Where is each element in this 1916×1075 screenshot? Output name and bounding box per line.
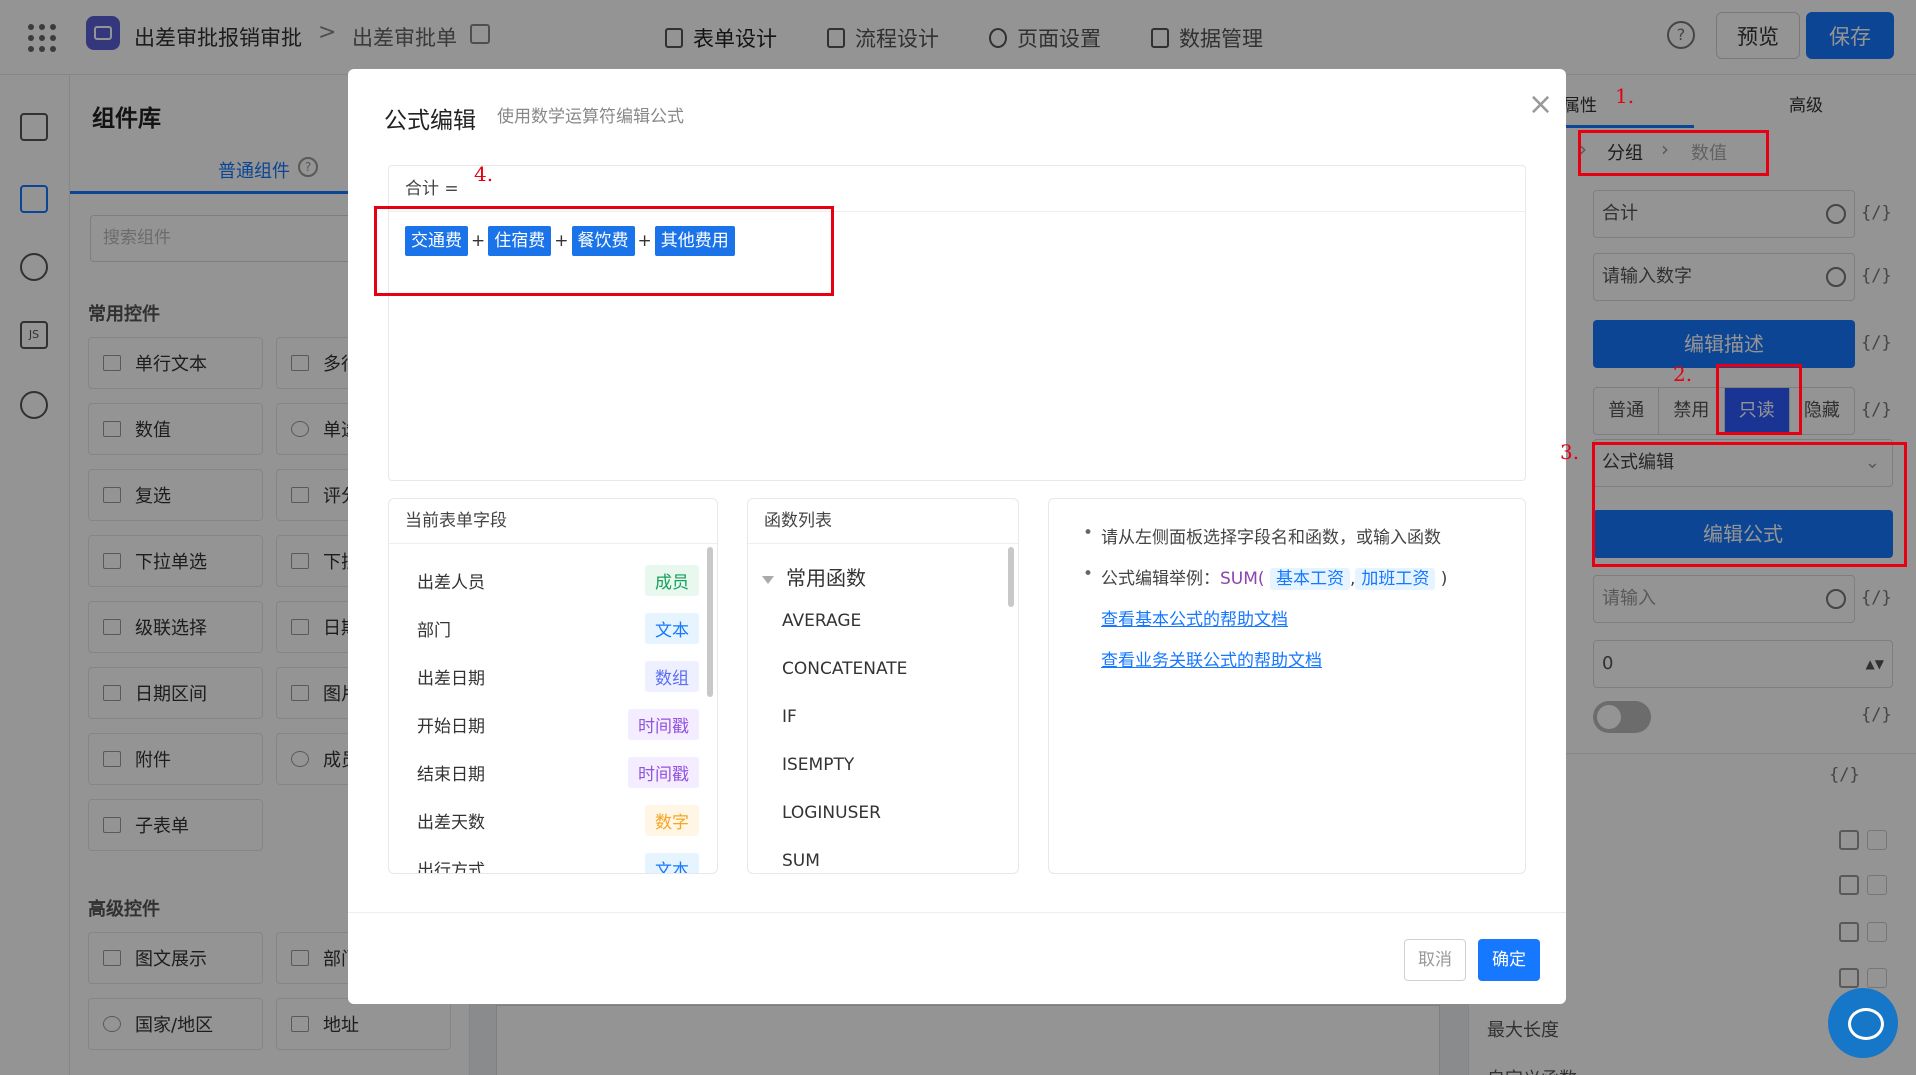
- function-item[interactable]: IF: [748, 693, 1018, 741]
- modal-footer-divider: [348, 912, 1566, 913]
- field-item[interactable]: 出差人员 成员: [389, 556, 717, 604]
- functions-title: 函数列表: [748, 499, 1018, 544]
- function-group-label: 常用函数: [786, 566, 866, 590]
- help-link-business[interactable]: 查看业务关联公式的帮助文档: [1101, 646, 1525, 671]
- annotation-number-1: 1.: [1615, 84, 1635, 108]
- field-item[interactable]: 出差天数 数字: [389, 796, 717, 844]
- help-example-function: SUM(: [1220, 569, 1265, 589]
- form-fields-title: 当前表单字段: [389, 499, 717, 544]
- field-name: 出差人员: [417, 572, 485, 593]
- help-text-2: 公式编辑举例：SUM( 基本工资,加班工资 ): [1083, 564, 1525, 590]
- annotation-number-4: 4.: [474, 162, 494, 186]
- caret-down-icon: [762, 575, 774, 584]
- modal-title: 公式编辑: [384, 108, 476, 134]
- field-name: 开始日期: [417, 716, 485, 737]
- scrollbar[interactable]: [707, 547, 713, 697]
- close-icon[interactable]: ×: [1528, 87, 1553, 122]
- function-group[interactable]: 常用函数: [748, 544, 1018, 597]
- field-item[interactable]: 出行方式 文本: [389, 844, 717, 874]
- confirm-button[interactable]: 确定: [1478, 939, 1540, 981]
- help-example-prefix: 公式编辑举例：: [1101, 569, 1220, 589]
- field-type-tag: 文本: [645, 612, 699, 644]
- annotation-number-3: 3.: [1560, 440, 1580, 464]
- field-type-tag: 文本: [645, 852, 699, 873]
- form-fields-panel: 当前表单字段 出差人员 成员 部门 文本 出差日期 数组 开始日期 时间戳 结束日期 时间…: [388, 498, 718, 874]
- function-item[interactable]: LOGINUSER: [748, 789, 1018, 837]
- help-example-arg: 基本工资: [1269, 568, 1350, 590]
- scrollbar[interactable]: [1008, 547, 1014, 607]
- customer-service-icon[interactable]: [1828, 988, 1898, 1058]
- field-type-tag: 时间戳: [628, 756, 699, 788]
- field-name: 出差天数: [417, 812, 485, 833]
- annotation-box-1: [1578, 130, 1769, 176]
- field-type-tag: 数字: [645, 804, 699, 836]
- annotation-box-4: [374, 206, 834, 296]
- help-example-arg: 加班工资: [1355, 568, 1436, 590]
- field-name: 出行方式: [417, 860, 485, 874]
- annotation-box-3: [1592, 442, 1907, 567]
- function-item[interactable]: ISEMPTY: [748, 741, 1018, 789]
- field-name: 结束日期: [417, 764, 485, 785]
- field-name: 出差日期: [417, 668, 485, 689]
- help-text-1: 请从左侧面板选择字段名和函数，或输入函数: [1083, 523, 1525, 548]
- help-panel: 请从左侧面板选择字段名和函数，或输入函数 公式编辑举例：SUM( 基本工资,加班…: [1048, 498, 1526, 874]
- annotation-box-2: [1716, 364, 1802, 435]
- function-item[interactable]: SUM: [748, 837, 1018, 873]
- help-example-close: ): [1440, 569, 1448, 589]
- field-item[interactable]: 开始日期 时间戳: [389, 700, 717, 748]
- help-link-basic[interactable]: 查看基本公式的帮助文档: [1101, 605, 1525, 630]
- field-type-tag: 成员: [645, 564, 699, 596]
- function-item[interactable]: AVERAGE: [748, 597, 1018, 645]
- cancel-button[interactable]: 取消: [1404, 939, 1466, 981]
- field-type-tag: 数组: [645, 660, 699, 692]
- field-name: 部门: [417, 620, 451, 641]
- field-item[interactable]: 结束日期 时间戳: [389, 748, 717, 796]
- field-type-tag: 时间戳: [628, 708, 699, 740]
- function-item[interactable]: CONCATENATE: [748, 645, 1018, 693]
- field-item[interactable]: 部门 文本: [389, 604, 717, 652]
- annotation-number-2: 2.: [1673, 362, 1693, 386]
- modal-subtitle: 使用数学运算符编辑公式: [497, 107, 684, 127]
- field-item[interactable]: 出差日期 数组: [389, 652, 717, 700]
- functions-panel: 函数列表 常用函数 AVERAGE CONCATENATE IF ISEMPTY…: [747, 498, 1019, 874]
